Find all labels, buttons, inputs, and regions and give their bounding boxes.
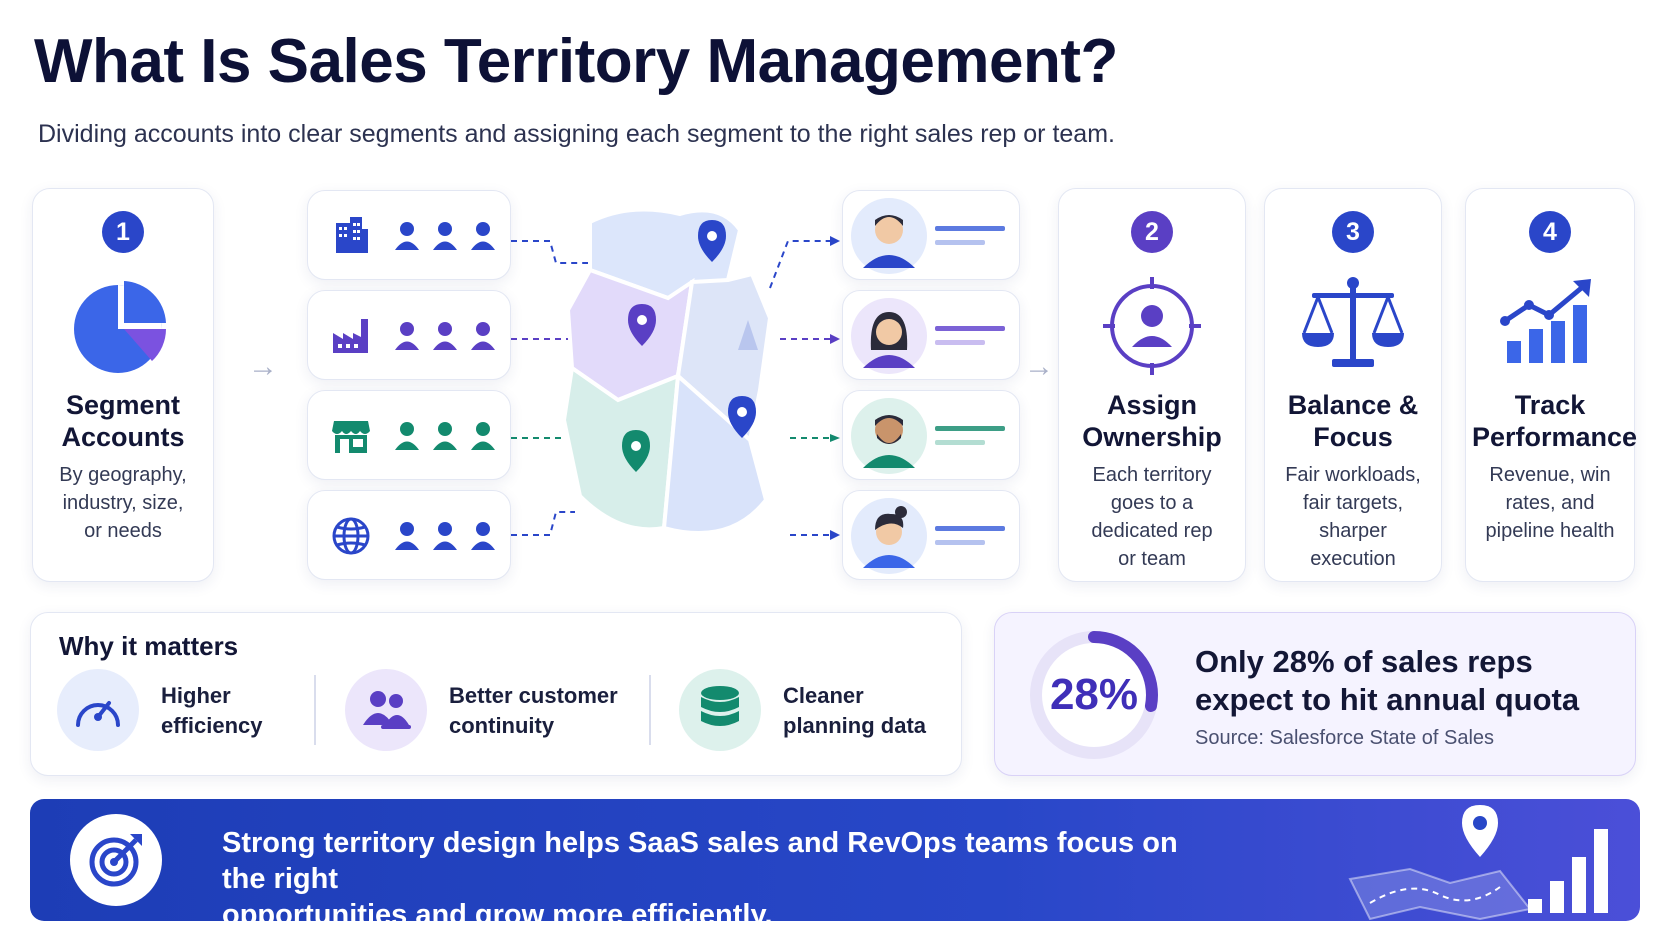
balance-scale-icon <box>1302 277 1404 367</box>
why-item-planning-data: Cleaner planning data <box>679 669 939 753</box>
why-item-efficiency: Higher efficiency <box>57 669 297 753</box>
step-number: 4 <box>1529 211 1571 253</box>
rep-card-3 <box>842 390 1020 480</box>
segment-card-industry <box>307 290 511 380</box>
page-subtitle: Dividing accounts into clear segments an… <box>38 120 1115 148</box>
stat-percent: 28% <box>1049 670 1139 719</box>
rep-card-2 <box>842 290 1020 380</box>
page-title: What Is Sales Territory Management? <box>34 27 1118 96</box>
people-group-icon <box>395 422 495 450</box>
arrow-right-icon: → <box>1024 350 1054 383</box>
avatar <box>851 498 927 574</box>
step-card-balance-focus: 3 Balance & Focus Fair workloads, fair tar… <box>1264 188 1442 582</box>
step-title: Assign Ownership <box>1082 390 1222 452</box>
stat-headline: Only 28% of sales reps expect to hit annu… <box>1195 644 1580 717</box>
step-number: 2 <box>1131 211 1173 253</box>
step-description: By geography, industry, size, or needs <box>59 464 187 542</box>
step-card-track-performance: 4 Track Performance Revenue, win rates, an… <box>1465 188 1638 582</box>
territory-map <box>561 207 773 536</box>
step-title: Segment Accounts <box>61 390 185 452</box>
why-label: Higher efficiency <box>161 683 263 738</box>
step-description: Fair workloads, fair targets, sharper exec… <box>1285 464 1421 570</box>
people-group-icon <box>395 322 495 350</box>
arrow-right-icon: → <box>248 350 278 383</box>
divider <box>314 675 316 745</box>
rep-card-1 <box>842 190 1020 280</box>
badge <box>70 814 162 906</box>
step-title: Balance & Focus <box>1287 390 1419 452</box>
why-title: Why it matters <box>59 631 239 661</box>
step-title: Track Performance <box>1472 390 1638 452</box>
team-icon <box>363 691 411 729</box>
target-arrow-icon <box>89 834 142 887</box>
quota-stat-panel: 28% Only 28% of sales reps expect to hit … <box>994 612 1636 776</box>
segment-card-retail <box>307 390 511 480</box>
stat-source: Source: Salesforce State of Sales <box>1195 727 1495 749</box>
globe-icon <box>332 517 370 555</box>
factory-icon <box>333 319 368 353</box>
step-card-segment-accounts: 1 Segment Accounts By geography, industry,… <box>32 188 214 582</box>
segment-card-global <box>307 490 511 580</box>
summary-banner: Strong territory design helps SaaS sales… <box>30 799 1640 921</box>
pie-chart-icon <box>74 281 166 373</box>
avatar <box>851 298 927 374</box>
divider <box>649 675 651 745</box>
speedometer-icon <box>76 701 120 727</box>
why-it-matters-panel: Why it matters Higher efficiency Better c… <box>30 612 962 776</box>
step-number: 3 <box>1332 211 1374 253</box>
rep-detail-lines <box>935 426 1005 445</box>
step-card-assign-ownership: 2 Assign Ownership Each territory goes to … <box>1058 188 1246 582</box>
building-icon <box>336 217 368 253</box>
growth-chart-icon <box>1500 279 1591 363</box>
people-group-icon <box>395 222 495 250</box>
rep-detail-lines <box>935 526 1005 545</box>
store-icon <box>332 421 370 453</box>
step-description: Revenue, win rates, and pipeline health <box>1485 464 1615 542</box>
banner-text: Strong territory design helps SaaS sales… <box>222 827 1178 921</box>
avatar <box>851 398 927 474</box>
segment-card-enterprise <box>307 190 511 280</box>
target-person-icon <box>1103 277 1201 375</box>
rep-detail-lines <box>935 226 1005 245</box>
avatar <box>851 198 927 274</box>
why-item-continuity: Better customer continuity <box>345 669 625 753</box>
rep-detail-lines <box>935 326 1005 345</box>
step-description: Each territory goes to a dedicated rep or t… <box>1091 464 1213 570</box>
map-growth-illustration <box>1348 805 1608 921</box>
step-number: 1 <box>102 211 144 253</box>
people-group-icon <box>395 522 495 550</box>
database-icon <box>701 686 739 726</box>
why-label: Better customer continuity <box>449 683 618 738</box>
rep-card-4 <box>842 490 1020 580</box>
why-label: Cleaner planning data <box>783 683 926 738</box>
